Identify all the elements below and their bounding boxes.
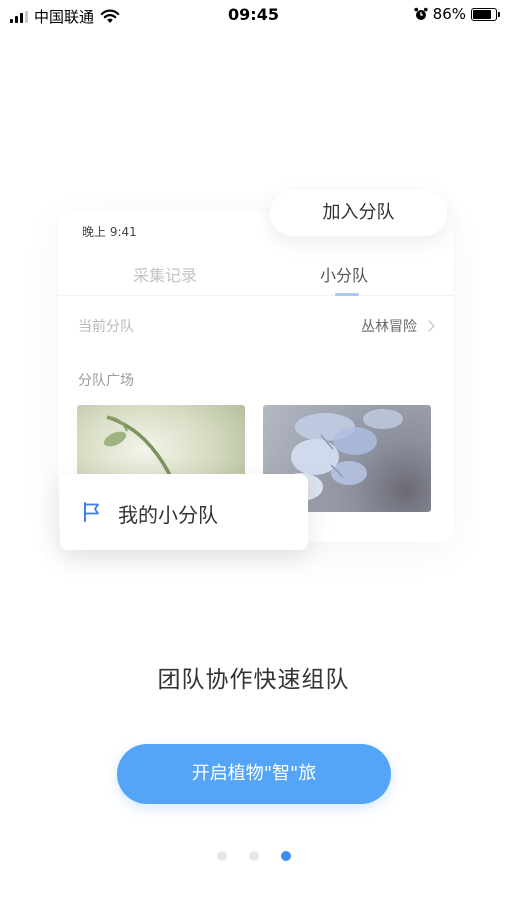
chevron-right-icon [423,320,435,332]
onboarding-slogan: 团队协作快速组队 [157,667,350,693]
alarm-icon [414,7,428,20]
my-team-label: 我的小分队 [118,503,218,527]
current-team-value-wrap: 丛林冒险 [361,316,435,336]
page-dot-1[interactable] [216,851,227,861]
tab-collection-records: 采集记录 [133,266,198,285]
page-dot-2[interactable] [248,851,259,861]
battery-percent: 86% [432,5,466,23]
status-bar-right: 86% [414,5,500,23]
battery-icon [471,7,500,21]
current-team-row: 当前分队 丛林冒险 [78,316,435,336]
my-team-card: 我的小分队 [60,474,308,550]
tab-small-team: 小分队 [320,266,369,285]
team-square-title: 分队广场 [78,373,134,389]
illustration-time: 晚上 9:41 [82,225,137,239]
join-team-bubble: 加入分队 [270,190,447,236]
current-team-value: 丛林冒险 [361,319,417,335]
tab-active-indicator [335,293,359,296]
page-dot-3-active[interactable] [280,851,291,861]
battery-fill [473,9,491,19]
flag-icon [84,502,99,522]
start-journey-button[interactable]: 开启植物"智"旅 [117,744,391,804]
page-indicator [0,851,507,861]
illustration-tabs: 采集记录 小分队 [58,252,453,296]
status-bar: 中国联通 09:45 86% [0,0,507,30]
current-team-label: 当前分队 [78,319,134,335]
